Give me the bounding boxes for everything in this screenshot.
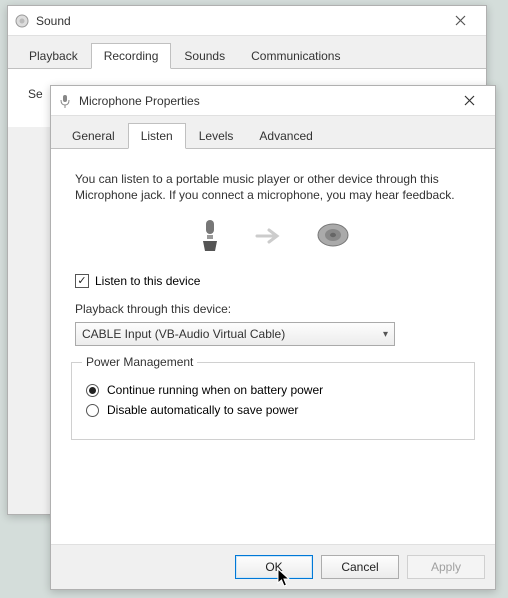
power-option-continue-label: Continue running when on battery power (107, 383, 323, 397)
tab-playback[interactable]: Playback (16, 43, 91, 69)
close-icon (464, 95, 475, 106)
tab-listen[interactable]: Listen (128, 123, 186, 149)
playback-device-selected: CABLE Input (VB-Audio Virtual Cable) (82, 327, 285, 341)
power-option-disable-label: Disable automatically to save power (107, 403, 298, 417)
radio-disable[interactable] (86, 404, 99, 417)
mic-close-button[interactable] (449, 87, 489, 115)
listen-checkbox-label: Listen to this device (95, 274, 200, 288)
device-output-icon (315, 220, 351, 253)
tab-communications[interactable]: Communications (238, 43, 353, 69)
radio-dot-icon (89, 387, 96, 394)
mic-buttonbar: OK Cancel Apply (51, 544, 495, 589)
playback-label: Playback through this device: (75, 302, 471, 316)
chevron-down-icon: ▾ (383, 329, 388, 340)
mic-title: Microphone Properties (79, 94, 449, 108)
check-icon: ✓ (77, 276, 86, 287)
playback-device-dropdown[interactable]: CABLE Input (VB-Audio Virtual Cable) ▾ (75, 322, 395, 346)
listen-description: You can listen to a portable music playe… (75, 171, 471, 203)
listen-graphic (69, 217, 477, 256)
sound-close-button[interactable] (440, 7, 480, 35)
tab-recording[interactable]: Recording (91, 43, 172, 69)
mic-tab-content: You can listen to a portable music playe… (51, 149, 495, 544)
radio-continue[interactable] (86, 384, 99, 397)
microphone-icon (57, 93, 73, 109)
tab-levels[interactable]: Levels (186, 123, 247, 149)
sound-titlebar: Sound (8, 6, 486, 36)
sound-tabstrip: Playback Recording Sounds Communications (8, 36, 486, 69)
tab-sounds[interactable]: Sounds (171, 43, 238, 69)
tab-general[interactable]: General (59, 123, 128, 149)
close-icon (455, 15, 466, 26)
listen-checkbox[interactable]: ✓ (75, 274, 89, 288)
mic-tabstrip: General Listen Levels Advanced (51, 116, 495, 149)
power-option-disable[interactable]: Disable automatically to save power (86, 403, 460, 417)
microphone-properties-window: Microphone Properties General Listen Lev… (50, 85, 496, 590)
mic-titlebar: Microphone Properties (51, 86, 495, 116)
arrow-right-icon (255, 224, 285, 250)
power-management-legend: Power Management (82, 355, 197, 369)
ok-button[interactable]: OK (235, 555, 313, 579)
device-mic-icon (195, 217, 225, 256)
power-option-continue[interactable]: Continue running when on battery power (86, 383, 460, 397)
tab-advanced[interactable]: Advanced (246, 123, 325, 149)
sound-title: Sound (36, 14, 440, 28)
apply-button: Apply (407, 555, 485, 579)
power-management-group: Power Management Continue running when o… (71, 362, 475, 440)
listen-checkbox-row[interactable]: ✓ Listen to this device (75, 274, 471, 288)
cancel-button[interactable]: Cancel (321, 555, 399, 579)
speaker-icon (14, 13, 30, 29)
